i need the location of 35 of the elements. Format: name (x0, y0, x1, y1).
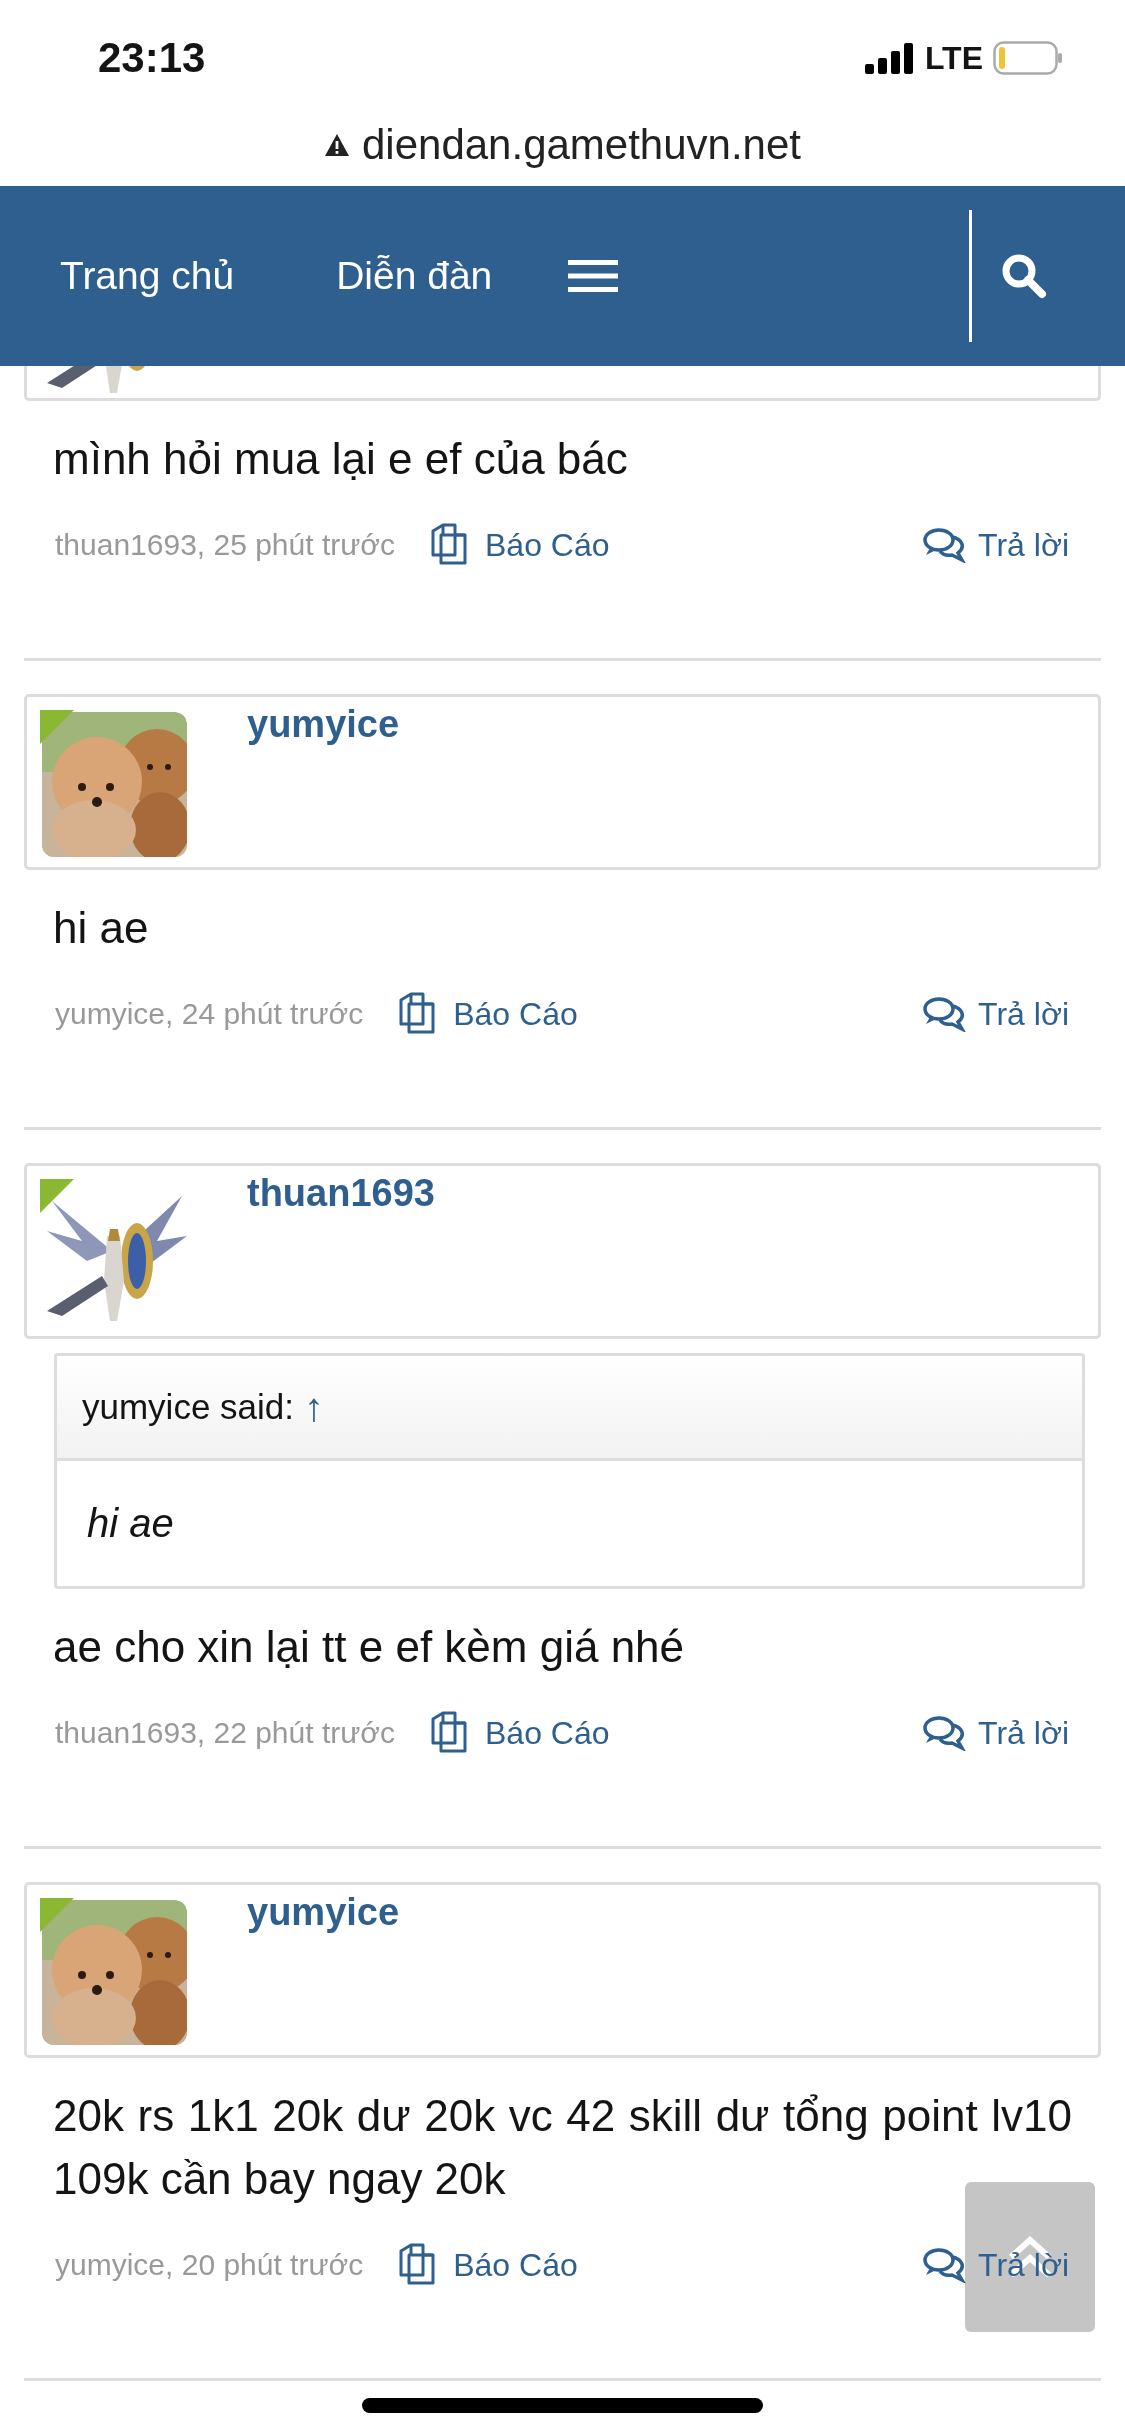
post-info: yumyice, 20 phút trước (55, 2248, 364, 2282)
reply-link[interactable]: Trả lời (922, 1714, 1069, 1752)
nav-link[interactable]: Diễn đàn (336, 254, 493, 298)
username-link[interactable]: yumyice (247, 703, 400, 867)
report-link[interactable]: Báo Cáo (429, 1711, 610, 1755)
status-time: 23:13 (98, 33, 207, 82)
post-message: 20k rs 1k1 20k dư 20k vc 42 skill dư tổng point lv10 109k cần bay ngay 20k (53, 2090, 1072, 2205)
post-message: hi ae (53, 902, 150, 954)
username-link[interactable]: thuan1693 (247, 1172, 435, 1336)
report-link[interactable]: Báo Cáo (397, 2243, 578, 2287)
post-message: mình hỏi mua lại e ef của bác (53, 433, 629, 485)
reply-link[interactable]: Trả lời (922, 995, 1069, 1033)
reply-link[interactable]: Trả lời (922, 526, 1069, 564)
nav-link[interactable]: Trang chủ (60, 254, 235, 298)
report-link[interactable]: Báo Cáo (429, 523, 610, 567)
chat-bubbles-icon (922, 1715, 967, 1751)
scroll-top-button[interactable] (965, 2182, 1095, 2332)
menu-icon[interactable] (568, 258, 619, 294)
post-info: thuan1693, 22 phút trước (55, 1716, 395, 1750)
chat-bubbles-icon (922, 2247, 967, 2283)
post-message: ae cho xin lại tt e ef kèm giá nhé (53, 1621, 686, 1673)
username-link[interactable]: yumyice (247, 1891, 400, 2055)
post-info: yumyice, 24 phút trước (55, 997, 364, 1031)
jump-link[interactable]: ↑ (304, 1384, 325, 1430)
reply-link[interactable]: Trả lời (922, 2246, 1069, 2284)
report-link[interactable]: Báo Cáo (397, 992, 578, 1036)
quote-attribution: yumyice said: (82, 1387, 295, 1427)
network-label: LTE (924, 39, 983, 77)
signal-icon (864, 42, 915, 74)
chat-bubbles-icon (922, 996, 967, 1032)
post-info: thuan1693, 25 phút trước (55, 528, 395, 562)
quote-text: hi ae (87, 1501, 174, 1546)
battery-icon (993, 41, 1063, 75)
chat-bubbles-icon (922, 527, 967, 563)
url-text: diendan.gamethuvn.net (362, 121, 801, 169)
